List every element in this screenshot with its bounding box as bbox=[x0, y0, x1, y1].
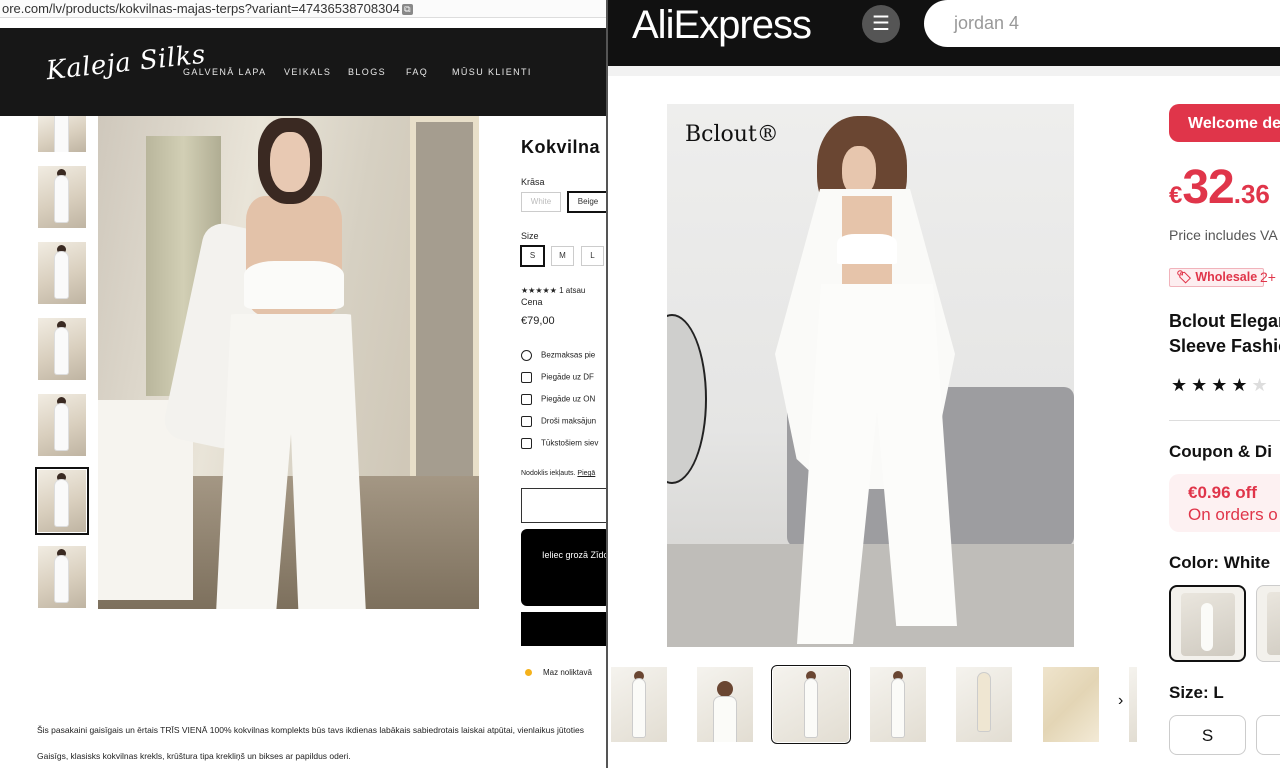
globe-icon bbox=[521, 350, 532, 361]
gift-icon bbox=[521, 438, 532, 449]
stock-dot-icon bbox=[525, 669, 532, 676]
price: €79,00 bbox=[521, 315, 555, 327]
nav-link-home[interactable]: GALVENĀ LAPA bbox=[183, 67, 267, 77]
right-store-window: AliExpress ☰ jordan 4 Bclout® › Welcome … bbox=[606, 0, 1280, 768]
gallery-thumb[interactable] bbox=[870, 667, 926, 742]
size-option-l[interactable]: L bbox=[581, 246, 604, 266]
brand-watermark: Bclout® bbox=[685, 122, 779, 147]
tag-icon: 🏷 bbox=[1176, 270, 1192, 284]
search-input[interactable]: jordan 4 bbox=[924, 0, 1280, 47]
feature-row: Piegāde uz DF bbox=[521, 372, 594, 383]
star-icons: ★★★★ bbox=[1171, 375, 1252, 395]
feature-row: Piegāde uz ON bbox=[521, 394, 595, 405]
wholesale-badge[interactable]: 🏷 Wholesale bbox=[1169, 268, 1265, 287]
feature-row: Tūkstošiem siev bbox=[521, 438, 598, 449]
description-line-2: Gaisīgs, klasisks kokvilnas krekls, krūš… bbox=[37, 751, 351, 761]
gallery-thumb[interactable] bbox=[697, 667, 753, 742]
gallery-thumb[interactable] bbox=[38, 242, 86, 304]
welcome-deal-button[interactable]: Welcome de bbox=[1169, 104, 1280, 142]
gallery-thumb-partial[interactable] bbox=[1129, 667, 1137, 742]
size-label: Size bbox=[521, 231, 539, 241]
gallery-thumb[interactable] bbox=[38, 318, 86, 380]
product-title: Kokvilna bbox=[521, 137, 601, 157]
chevron-right-icon[interactable]: › bbox=[1118, 692, 1123, 710]
buy-now-button[interactable] bbox=[521, 612, 606, 646]
quantity-selector[interactable] bbox=[521, 488, 606, 523]
color-option-beige[interactable]: Beige bbox=[567, 191, 606, 213]
rating-stars[interactable]: ★★★★★ bbox=[1171, 375, 1272, 396]
divider bbox=[1169, 420, 1280, 421]
description-line-1: Šis pasakaini gaisīgais un ērtais TRĪS V… bbox=[37, 725, 584, 735]
coupon-condition: On orders o bbox=[1188, 505, 1278, 524]
size-option-s[interactable]: S bbox=[520, 245, 545, 267]
wholesale-tier: 2+ bbox=[1260, 269, 1276, 285]
gallery-thumb-selected[interactable] bbox=[771, 665, 851, 744]
package-icon bbox=[521, 394, 532, 405]
feature-row: Droši maksājun bbox=[521, 416, 596, 427]
gallery-thumb[interactable] bbox=[38, 116, 86, 152]
gallery-thumb[interactable] bbox=[956, 667, 1012, 742]
main-product-image[interactable]: Bclout® bbox=[667, 104, 1074, 647]
package-icon bbox=[521, 372, 532, 383]
coupon-amount: €0.96 off bbox=[1188, 483, 1257, 502]
gallery-thumb[interactable] bbox=[38, 546, 86, 608]
gallery-thumb[interactable] bbox=[38, 166, 86, 228]
size-option-s[interactable]: S bbox=[1169, 715, 1246, 755]
price-label: Cena bbox=[521, 297, 543, 307]
color-option-white[interactable]: White bbox=[521, 192, 561, 212]
star-empty-icon: ★ bbox=[1251, 375, 1272, 395]
nav-link-clients[interactable]: MŪSU KLIENTI bbox=[452, 67, 532, 77]
color-label: Krāsa bbox=[521, 177, 545, 187]
nav-link-faq[interactable]: FAQ bbox=[406, 67, 428, 77]
color-swatch[interactable] bbox=[1256, 585, 1280, 662]
gallery-thumb[interactable] bbox=[1043, 667, 1099, 742]
left-store-window: ore.com/lv/products/kokvilnas-majas-terp… bbox=[0, 0, 606, 768]
aliexpress-logo[interactable]: AliExpress bbox=[632, 3, 812, 48]
size-option-m[interactable]: M bbox=[1256, 715, 1280, 755]
color-swatch-white[interactable] bbox=[1169, 585, 1246, 662]
tax-note: Nodoklis iekļauts. Piegā bbox=[521, 470, 596, 477]
reviews-count: 1 atsau bbox=[559, 286, 586, 295]
size-heading: Size: L bbox=[1169, 683, 1224, 702]
gallery-thumb[interactable] bbox=[38, 394, 86, 456]
header-divider bbox=[608, 66, 1280, 76]
price: €32.36 bbox=[1169, 161, 1270, 214]
rating-stars[interactable]: ★★★★★ 1 atsau bbox=[521, 286, 585, 295]
add-to-cart-button[interactable]: Ieliec grozā Zīdc bbox=[521, 529, 606, 606]
lock-icon bbox=[521, 416, 532, 427]
address-bar[interactable]: ore.com/lv/products/kokvilnas-majas-terp… bbox=[0, 0, 606, 18]
menu-icon[interactable]: ☰ bbox=[862, 5, 900, 43]
product-title: Bclout Elegar Sleeve Fashic bbox=[1169, 311, 1280, 356]
size-option-m[interactable]: M bbox=[551, 246, 574, 266]
copy-icon[interactable]: ⧉ bbox=[401, 4, 413, 16]
gallery-thumb[interactable] bbox=[611, 667, 667, 742]
feature-row: Bezmaksas pie bbox=[521, 350, 595, 361]
star-icons: ★★★★★ bbox=[521, 286, 557, 295]
coupon-heading: Coupon & Di bbox=[1169, 442, 1272, 461]
nav-link-shop[interactable]: VEIKALS bbox=[284, 67, 331, 77]
stock-note: Maz noliktavā bbox=[543, 668, 592, 677]
nav-link-blog[interactable]: BLOGS bbox=[348, 67, 386, 77]
shipping-link[interactable]: Piegā bbox=[577, 470, 595, 477]
gallery-thumb-selected[interactable] bbox=[35, 467, 89, 535]
vat-note: Price includes VA bbox=[1169, 227, 1278, 243]
color-heading: Color: White bbox=[1169, 553, 1271, 572]
main-product-image[interactable] bbox=[98, 116, 479, 609]
url-text: ore.com/lv/products/kokvilnas-majas-terp… bbox=[2, 1, 400, 16]
